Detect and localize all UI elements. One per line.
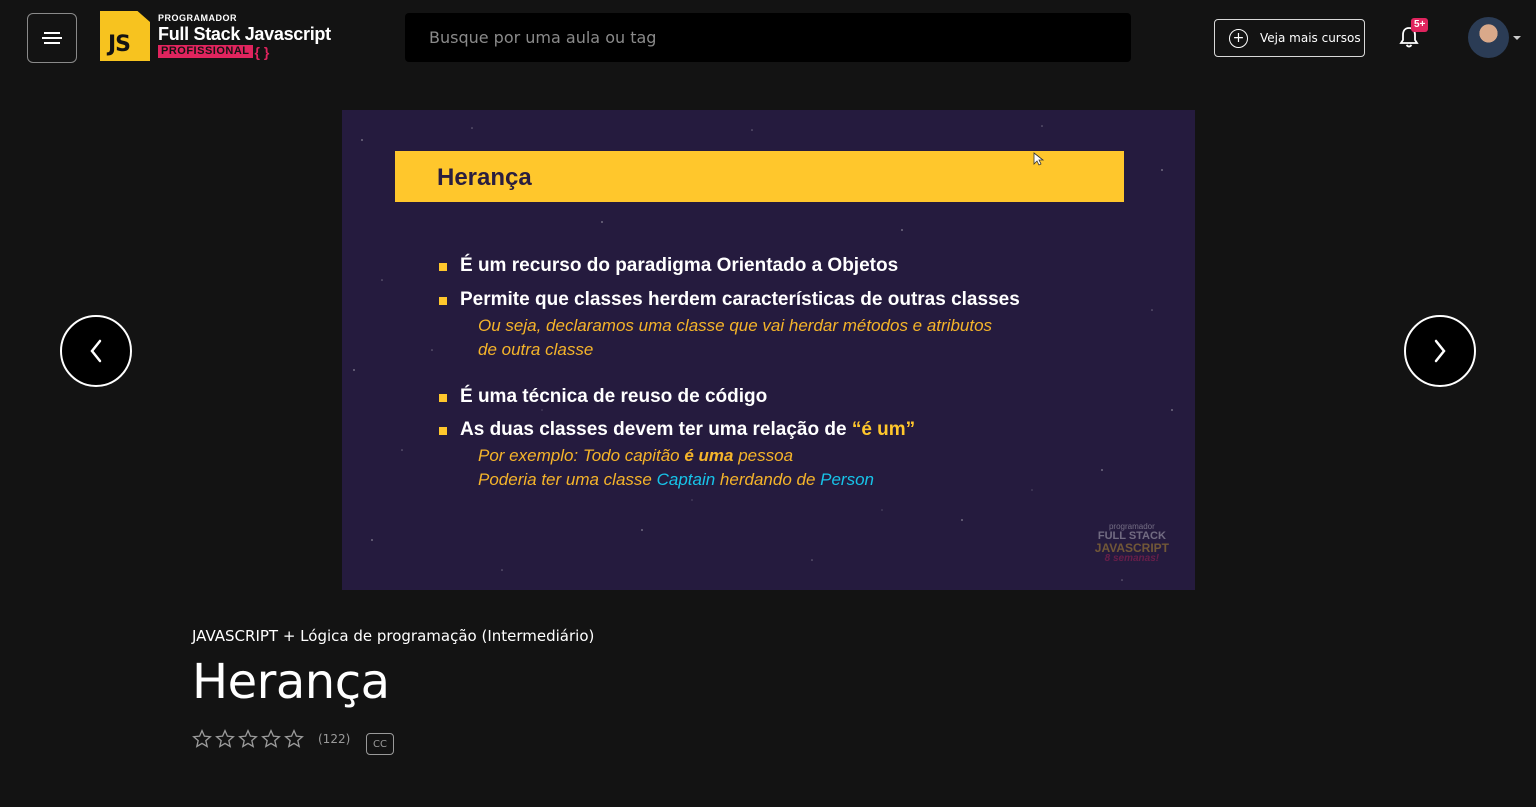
slide-bullet: As duas classes devem ter uma relação de…	[439, 419, 1139, 442]
slide-bullet: É uma técnica de reuso de código	[439, 386, 1139, 409]
lesson-title: Herança	[192, 654, 390, 710]
star-icon[interactable]	[261, 729, 281, 749]
closed-captions-badge[interactable]: CC	[366, 733, 394, 755]
plus-circle-icon: +	[1229, 28, 1248, 48]
star-icon[interactable]	[215, 729, 235, 749]
logo-small-text: PROGRAMADOR	[158, 12, 237, 23]
logo-main-text: Full Stack Javascript	[158, 23, 331, 44]
next-lesson-button[interactable]	[1404, 315, 1476, 387]
js-logo-icon: JS	[100, 11, 150, 61]
avatar[interactable]	[1468, 17, 1509, 58]
hamburger-icon	[42, 32, 62, 44]
mouse-cursor-icon	[1033, 152, 1045, 166]
menu-button[interactable]	[27, 13, 77, 63]
star-icon[interactable]	[238, 729, 258, 749]
star-icon[interactable]	[192, 729, 212, 749]
slide-subtext: Ou seja, declaramos uma classe que vai h…	[478, 315, 993, 335]
course-name[interactable]: JAVASCRIPT + Lógica de programação (Inte…	[192, 627, 594, 645]
notification-badge: 5+	[1411, 18, 1429, 32]
slide-subtext: Por exemplo: Todo capitão é uma pessoa	[478, 446, 794, 466]
slide-bullet: Permite que classes herdem característic…	[439, 289, 1139, 312]
chevron-right-icon	[1434, 339, 1446, 363]
brand-logo[interactable]: JS PROGRAMADOR Full Stack Javascript PRO…	[100, 10, 331, 62]
slide-subtext: de outra classe	[478, 339, 594, 359]
video-player[interactable]: Herança É um recurso do paradigma Orient…	[342, 110, 1195, 590]
slide-bullets: É um recurso do paradigma Orientado a Ob…	[439, 255, 1139, 492]
chevron-left-icon	[90, 339, 102, 363]
more-courses-button[interactable]: + Veja mais cursos	[1214, 19, 1365, 57]
more-courses-label: Veja mais cursos	[1260, 31, 1361, 45]
logo-pro-text: PROFISSIONAL	[158, 45, 253, 58]
slide-title-bar: Herança	[395, 151, 1124, 202]
rating-count: (122)	[318, 732, 351, 746]
star-icon[interactable]	[284, 729, 304, 749]
watermark-logo: programador FULL STACK JAVASCRIPT 8 sema…	[1094, 522, 1169, 564]
search-input[interactable]	[405, 13, 1131, 62]
rating: (122)	[192, 729, 350, 749]
previous-lesson-button[interactable]	[60, 315, 132, 387]
slide-subtext: Poderia ter uma classe Captain herdando …	[478, 470, 874, 490]
slide-bullet: É um recurso do paradigma Orientado a Ob…	[439, 255, 1139, 278]
logo-brace-text: { }	[254, 43, 270, 60]
slide-title: Herança	[437, 164, 532, 191]
chevron-down-icon[interactable]	[1513, 36, 1521, 40]
